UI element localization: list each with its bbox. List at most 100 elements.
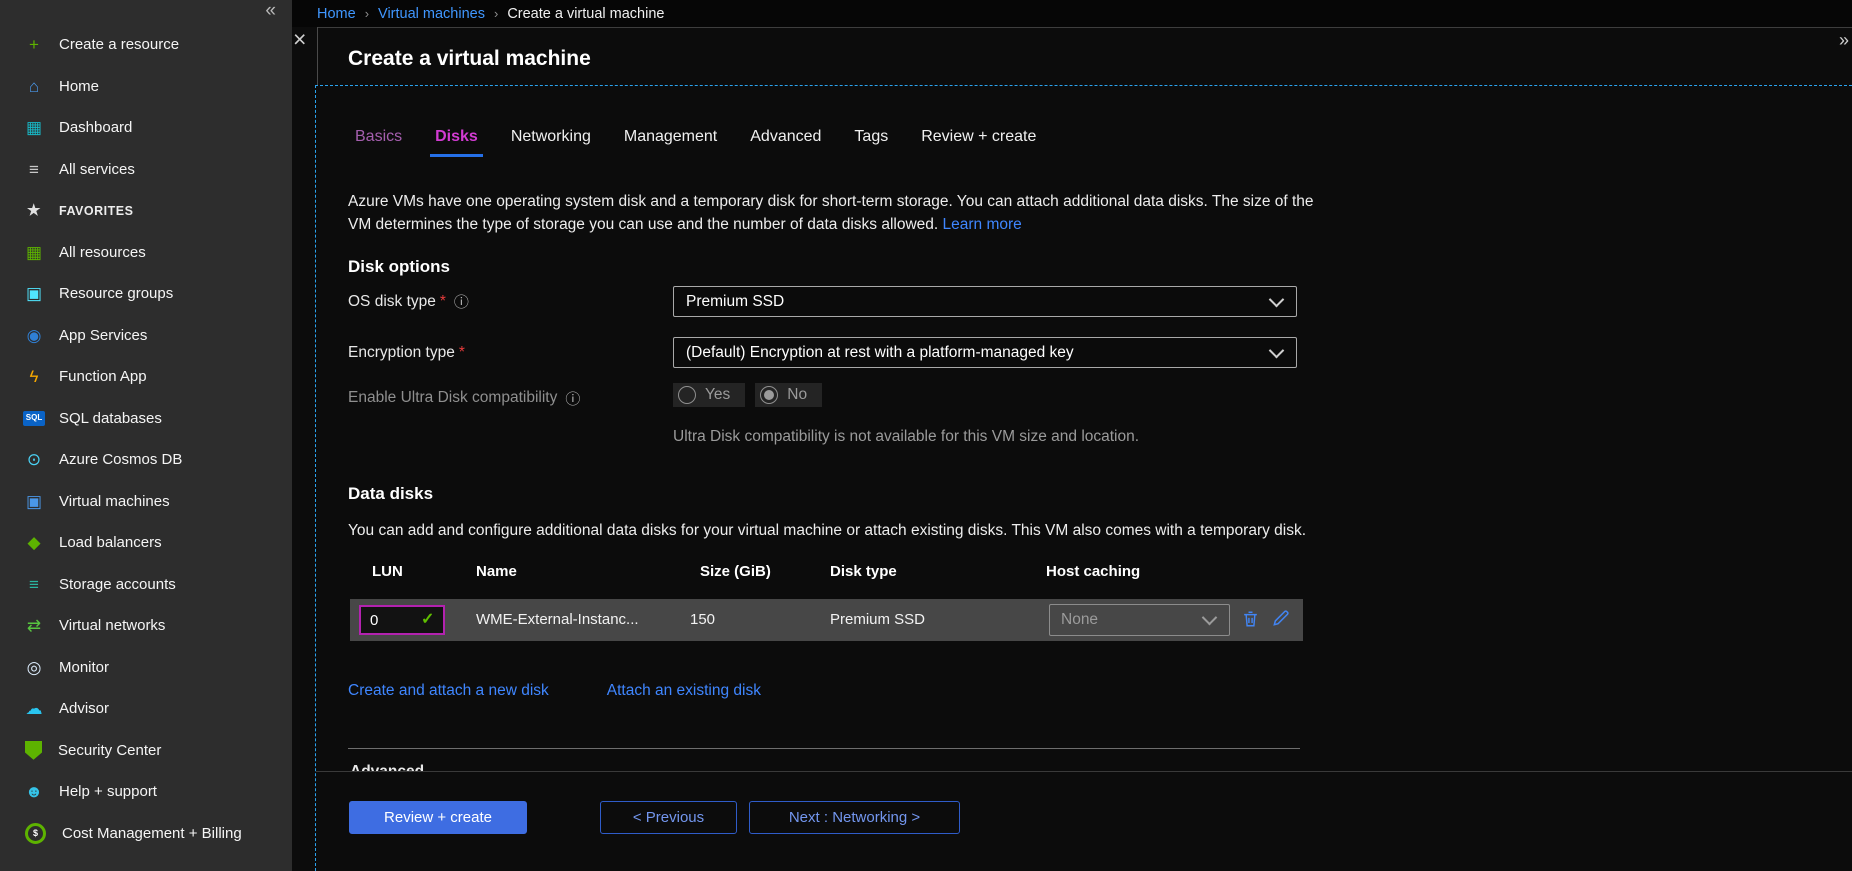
encryption-type-select[interactable]: (Default) Encryption at rest with a plat… (673, 337, 1297, 368)
encryption-type-label-text: Encryption type (348, 344, 455, 362)
breadcrumb-home-link[interactable]: Home (317, 6, 356, 22)
sidebar-item-monitor[interactable]: ◎ Monitor (0, 647, 292, 689)
column-lun: LUN (372, 563, 403, 580)
sidebar-item-storage-accounts[interactable]: ≡ Storage accounts (0, 564, 292, 606)
learn-more-link[interactable]: Learn more (943, 216, 1022, 233)
sidebar-collapse-icon[interactable]: « (265, 0, 276, 22)
edit-disk-icon[interactable] (1271, 608, 1291, 632)
tab-management[interactable]: Management (621, 126, 720, 157)
storage-accounts-icon: ≡ (22, 574, 46, 594)
sidebar-item-help-support[interactable]: ☻ Help + support (0, 771, 292, 813)
column-disk-type: Disk type (830, 563, 897, 580)
ultra-disk-radio-group: Yes No (673, 383, 822, 407)
next-networking-button[interactable]: Next : Networking > (749, 801, 960, 834)
focus-outline-top (315, 85, 1852, 86)
disk-name-cell: WME-External-Instanc... (476, 611, 639, 628)
radio-checked-icon (760, 386, 778, 404)
valid-check-icon: ✓ (421, 609, 434, 629)
section-divider (348, 748, 1300, 749)
sidebar-item-all-services[interactable]: ≡ All services (0, 149, 292, 191)
cost-management-icon: $ (25, 823, 46, 844)
breadcrumb-virtual-machines-link[interactable]: Virtual machines (378, 6, 485, 22)
close-blade-icon[interactable]: × (293, 28, 306, 51)
ultra-disk-no-label: No (787, 386, 807, 404)
sidebar-item-home[interactable]: ⌂ Home (0, 66, 292, 108)
home-icon: ⌂ (22, 76, 46, 96)
all-services-icon: ≡ (22, 159, 46, 179)
disk-type-cell: Premium SSD (830, 611, 925, 628)
delete-disk-icon[interactable] (1241, 608, 1260, 634)
sidebar-item-favorites[interactable]: ★ FAVORITES (0, 190, 292, 232)
sidebar-item-dashboard[interactable]: ▦ Dashboard (0, 107, 292, 149)
monitor-gauge-icon: ◎ (22, 657, 46, 677)
blade-left-border (317, 27, 318, 85)
data-disk-table-row: ✓ WME-External-Instanc... 150 Premium SS… (350, 599, 1303, 641)
os-disk-type-select[interactable]: Premium SSD (673, 286, 1297, 317)
security-center-shield-icon (25, 741, 42, 760)
data-disks-heading: Data disks (348, 484, 433, 504)
plus-icon: + (22, 35, 46, 55)
column-size: Size (GiB) (700, 563, 771, 580)
tab-basics[interactable]: Basics (352, 126, 405, 157)
tab-networking[interactable]: Networking (508, 126, 594, 157)
focus-outline-left (315, 85, 316, 871)
sidebar-item-sql-databases[interactable]: SQL SQL databases (0, 398, 292, 440)
sidebar-item-all-resources[interactable]: ▦ All resources (0, 232, 292, 274)
help-support-icon: ☻ (22, 782, 46, 802)
encryption-type-label: Encryption type * (348, 337, 465, 368)
attach-existing-disk-link[interactable]: Attach an existing disk (607, 682, 761, 700)
os-disk-type-label: OS disk type * ⓘ (348, 286, 469, 317)
sidebar-item-load-balancers[interactable]: ◆ Load balancers (0, 522, 292, 564)
disks-intro-body: Azure VMs have one operating system disk… (348, 193, 1314, 234)
create-attach-new-disk-link[interactable]: Create and attach a new disk (348, 682, 549, 700)
ultra-disk-note: Ultra Disk compatibility is not availabl… (673, 428, 1139, 446)
disk-options-heading: Disk options (348, 257, 450, 277)
sidebar-item-create-a-resource[interactable]: + Create a resource (0, 24, 292, 66)
ultra-disk-no-radio[interactable]: No (755, 383, 822, 407)
dashboard-icon: ▦ (22, 118, 46, 138)
expand-blade-icon[interactable]: » (1839, 30, 1849, 51)
sidebar-item-resource-groups[interactable]: ▣ Resource groups (0, 273, 292, 315)
tab-disks[interactable]: Disks (432, 126, 481, 157)
review-create-button[interactable]: Review + create (349, 801, 527, 834)
data-disks-description: You can add and configure additional dat… (348, 518, 1316, 543)
sidebar-item-virtual-networks[interactable]: ⇄ Virtual networks (0, 605, 292, 647)
virtual-networks-icon: ⇄ (22, 616, 46, 636)
sidebar-item-virtual-machines[interactable]: ▣ Virtual machines (0, 481, 292, 523)
sidebar-item-app-services[interactable]: ◉ App Services (0, 315, 292, 357)
host-caching-select[interactable]: None (1049, 604, 1230, 636)
sidebar: « + Create a resource ⌂ Home ▦ Dashboard… (0, 0, 292, 871)
ultra-disk-yes-radio[interactable]: Yes (673, 383, 745, 407)
load-balancers-icon: ◆ (22, 533, 46, 553)
cosmos-db-icon: ⊙ (22, 450, 46, 470)
sidebar-item-advisor[interactable]: ☁ Advisor (0, 688, 292, 730)
ultra-disk-label: Enable Ultra Disk compatibility ⓘ (348, 383, 580, 413)
sidebar-item-cost-management-billing[interactable]: $ Cost Management + Billing (0, 813, 292, 855)
disk-size-cell: 150 (690, 611, 715, 628)
breadcrumb: Home › Virtual machines › Create a virtu… (292, 0, 1852, 27)
sidebar-item-security-center[interactable]: Security Center (0, 730, 292, 772)
chevron-down-icon (1269, 342, 1285, 358)
info-icon[interactable]: ⓘ (565, 388, 580, 409)
previous-button[interactable]: < Previous (600, 801, 737, 834)
clipped-section-heading: Advanced (350, 763, 424, 771)
sql-databases-icon: SQL (23, 411, 45, 426)
sidebar-item-function-app[interactable]: ϟ Function App (0, 356, 292, 398)
os-disk-type-value: Premium SSD (686, 293, 784, 311)
wizard-tabs: Basics Disks Networking Management Advan… (352, 126, 1039, 157)
column-name: Name (476, 563, 517, 580)
chevron-down-icon (1269, 291, 1285, 307)
disks-intro-text: Azure VMs have one operating system disk… (348, 190, 1340, 237)
breadcrumb-separator-icon: › (365, 6, 369, 21)
tab-advanced[interactable]: Advanced (747, 126, 824, 157)
info-icon[interactable]: ⓘ (454, 291, 469, 312)
app-services-icon: ◉ (22, 325, 46, 345)
data-disk-links: Create and attach a new disk Attach an e… (348, 682, 761, 700)
required-asterisk: * (459, 344, 465, 362)
resource-groups-icon: ▣ (22, 284, 46, 304)
tab-tags[interactable]: Tags (851, 126, 891, 157)
tab-review-create[interactable]: Review + create (918, 126, 1039, 157)
sidebar-item-azure-cosmos-db[interactable]: ⊙ Azure Cosmos DB (0, 439, 292, 481)
breadcrumb-current: Create a virtual machine (507, 6, 664, 22)
chevron-down-icon (1202, 610, 1218, 626)
